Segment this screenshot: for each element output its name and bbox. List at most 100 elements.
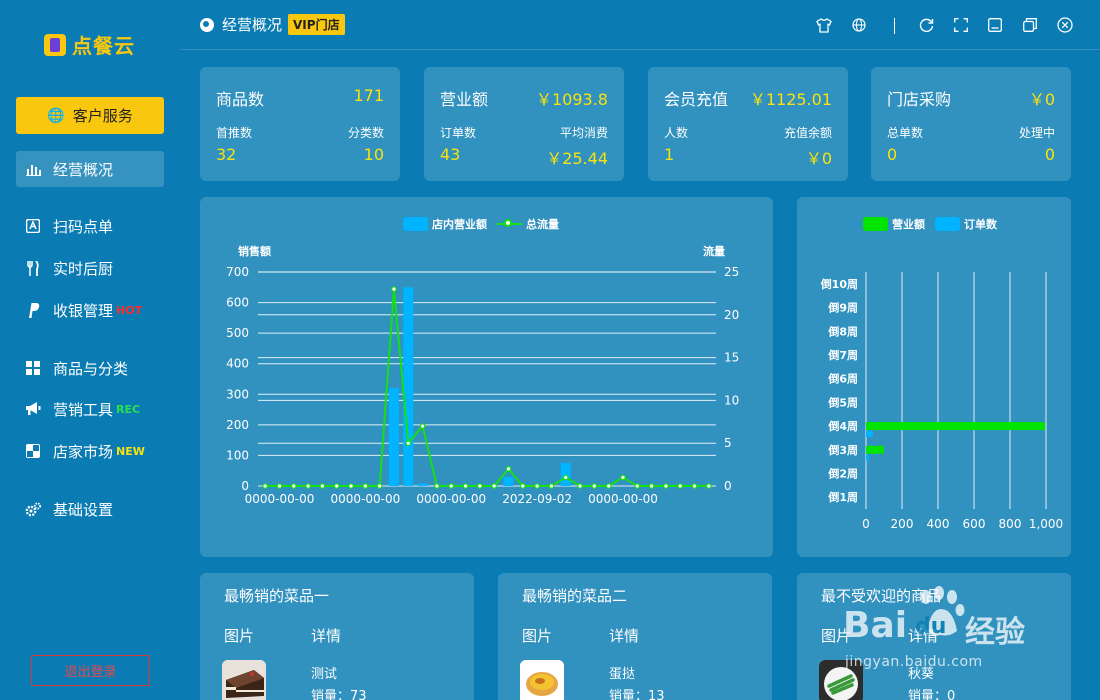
y-tick-label: 400 bbox=[226, 357, 249, 371]
scan-icon bbox=[25, 218, 41, 234]
stat-sub-label: 人数 bbox=[664, 126, 689, 140]
customer-service-label: 客户服务 bbox=[72, 107, 133, 125]
language-icon[interactable] bbox=[851, 17, 867, 33]
line-point bbox=[648, 483, 655, 489]
stat-sub-label: 分类数 bbox=[347, 126, 384, 140]
sidebar-item-marketing[interactable]: 营销工具 REC bbox=[16, 391, 164, 427]
stat-card-member-recharge: 会员充值 ￥1125.01 人数 充值余额 1 ￥0 bbox=[648, 67, 848, 181]
stat-sub-value: 0 bbox=[887, 145, 898, 164]
line-point bbox=[562, 474, 569, 481]
category-label: 倒2周 bbox=[827, 466, 858, 480]
product-name: 蛋挞 bbox=[609, 667, 636, 682]
product-image-egg-tart[interactable] bbox=[520, 660, 564, 700]
stat-sub-label: 平均消费 bbox=[559, 126, 608, 140]
sidebar-item-label: 商品与分类 bbox=[53, 359, 129, 378]
sidebar-item-label: 经营概况 bbox=[53, 160, 114, 179]
header-divider bbox=[894, 18, 895, 34]
x-tick-label: 1,000 bbox=[1029, 517, 1063, 531]
line-point bbox=[634, 483, 641, 489]
watermark-url: jingyan.baidu.com bbox=[845, 654, 983, 670]
shirt-icon[interactable] bbox=[816, 17, 832, 33]
close-icon[interactable] bbox=[1057, 17, 1073, 33]
stat-sub-label: 充值余额 bbox=[783, 126, 832, 140]
stat-sub-label: 订单数 bbox=[440, 126, 477, 140]
line-point bbox=[605, 483, 612, 489]
x-tick-label: 0000-00-00 bbox=[588, 492, 658, 506]
category-label: 倒4周 bbox=[827, 419, 858, 433]
line-point bbox=[477, 483, 483, 489]
weekly-chart: 0 200 400 600 800 1,000 倒10周倒9周倒8周倒7周倒6周倒5周倒4周… bbox=[820, 272, 1063, 531]
stat-card-revenue: 营业额 ￥1093.8 订单数 平均消费 43 ￥25.44 bbox=[424, 67, 624, 181]
globe-icon: 🌐 bbox=[47, 107, 65, 124]
gears-icon bbox=[25, 501, 41, 517]
product-sales: 销量：73 bbox=[311, 689, 367, 700]
line-point bbox=[591, 483, 598, 489]
restore-icon[interactable] bbox=[1022, 17, 1038, 33]
sidebar-item-market[interactable]: 店家市场 NEW bbox=[16, 433, 164, 469]
x-tick-label: 600 bbox=[963, 517, 986, 531]
hot-badge: HOT bbox=[116, 303, 143, 317]
line-point bbox=[462, 483, 469, 489]
line-point bbox=[348, 483, 354, 489]
product-image-cake[interactable] bbox=[222, 660, 266, 700]
refresh-icon[interactable] bbox=[918, 17, 934, 33]
baidu-jingyan-watermark: du Bai 经验 jingyan.baidu.com bbox=[815, 583, 1045, 678]
line-point bbox=[376, 483, 383, 489]
column-header-details: 详情 bbox=[609, 627, 640, 645]
stat-sub-value: ￥25.44 bbox=[546, 149, 608, 168]
sidebar-item-scan-order[interactable]: 扫码点单 bbox=[16, 208, 164, 244]
logo[interactable]: 点餐云 bbox=[44, 30, 135, 59]
sidebar-item-label: 扫码点单 bbox=[53, 217, 114, 236]
x-tick-label: 0 bbox=[862, 517, 870, 531]
line-point bbox=[706, 483, 712, 489]
bar-chart-icon bbox=[25, 161, 41, 177]
stat-sub-label: 处理中 bbox=[1018, 126, 1055, 140]
stat-card-title: 营业额 bbox=[440, 90, 489, 109]
stat-card-title: 会员充值 bbox=[664, 90, 729, 109]
sidebar-item-overview[interactable]: 经营概况 bbox=[16, 151, 164, 187]
y-tick-label: 200 bbox=[226, 418, 249, 432]
sidebar: 点餐云 🌐 客户服务 经营概况 扫码点单 实时后厨 收银管理 HOT 商品与分类 bbox=[0, 0, 180, 700]
series-line bbox=[265, 289, 709, 487]
line-point bbox=[419, 423, 426, 429]
line-point bbox=[491, 483, 497, 489]
sidebar-item-cashier[interactable]: 收银管理 HOT bbox=[16, 292, 164, 328]
customer-service-button[interactable]: 🌐 客户服务 bbox=[16, 97, 164, 134]
fullscreen-icon[interactable] bbox=[953, 17, 969, 33]
y-tick-label: 600 bbox=[226, 296, 249, 310]
best-seller-1-card: 最畅销的菜品一 图片 详情 测试 销量：73 bbox=[200, 573, 474, 700]
product-sales: 销量：13 bbox=[609, 689, 665, 700]
x-tick-label: 200 bbox=[891, 517, 914, 531]
stat-card-value: ￥1125.01 bbox=[749, 90, 832, 109]
x-tick-label: 0000-00-00 bbox=[330, 492, 400, 506]
bar bbox=[417, 483, 428, 486]
bar bbox=[503, 476, 514, 486]
bar bbox=[403, 287, 414, 486]
y2-tick-label: 10 bbox=[724, 393, 739, 407]
category-label: 倒3周 bbox=[827, 443, 858, 457]
header: 经营概况 VIP门店 bbox=[180, 0, 1100, 50]
stat-card-value: 171 bbox=[353, 86, 384, 105]
sidebar-item-settings[interactable]: 基础设置 bbox=[16, 491, 164, 527]
line-point bbox=[305, 483, 311, 489]
logout-button[interactable]: 退出登录 bbox=[31, 655, 150, 686]
watermark-brand: Bai bbox=[843, 605, 908, 646]
sidebar-item-kitchen[interactable]: 实时后厨 bbox=[16, 250, 164, 286]
line-point bbox=[391, 286, 397, 292]
category-label: 倒7周 bbox=[827, 348, 858, 362]
x-tick-label: 800 bbox=[999, 517, 1022, 531]
minimize-icon[interactable] bbox=[987, 17, 1003, 33]
category-label: 倒6周 bbox=[827, 372, 858, 386]
watermark-brand-cn: 经验 bbox=[965, 615, 1025, 650]
windows-icon bbox=[25, 443, 41, 459]
vip-badge: VIP门店 bbox=[288, 14, 345, 35]
line-point bbox=[691, 483, 698, 489]
utensils-icon bbox=[25, 260, 41, 276]
logo-text: 点餐云 bbox=[72, 34, 135, 58]
stat-sub-label: 总单数 bbox=[887, 126, 924, 140]
sidebar-item-products[interactable]: 商品与分类 bbox=[16, 350, 164, 386]
rec-badge: REC bbox=[116, 402, 141, 416]
line-point bbox=[505, 466, 512, 472]
y-tick-label: 100 bbox=[226, 448, 249, 462]
y-tick-label: 300 bbox=[226, 387, 249, 401]
